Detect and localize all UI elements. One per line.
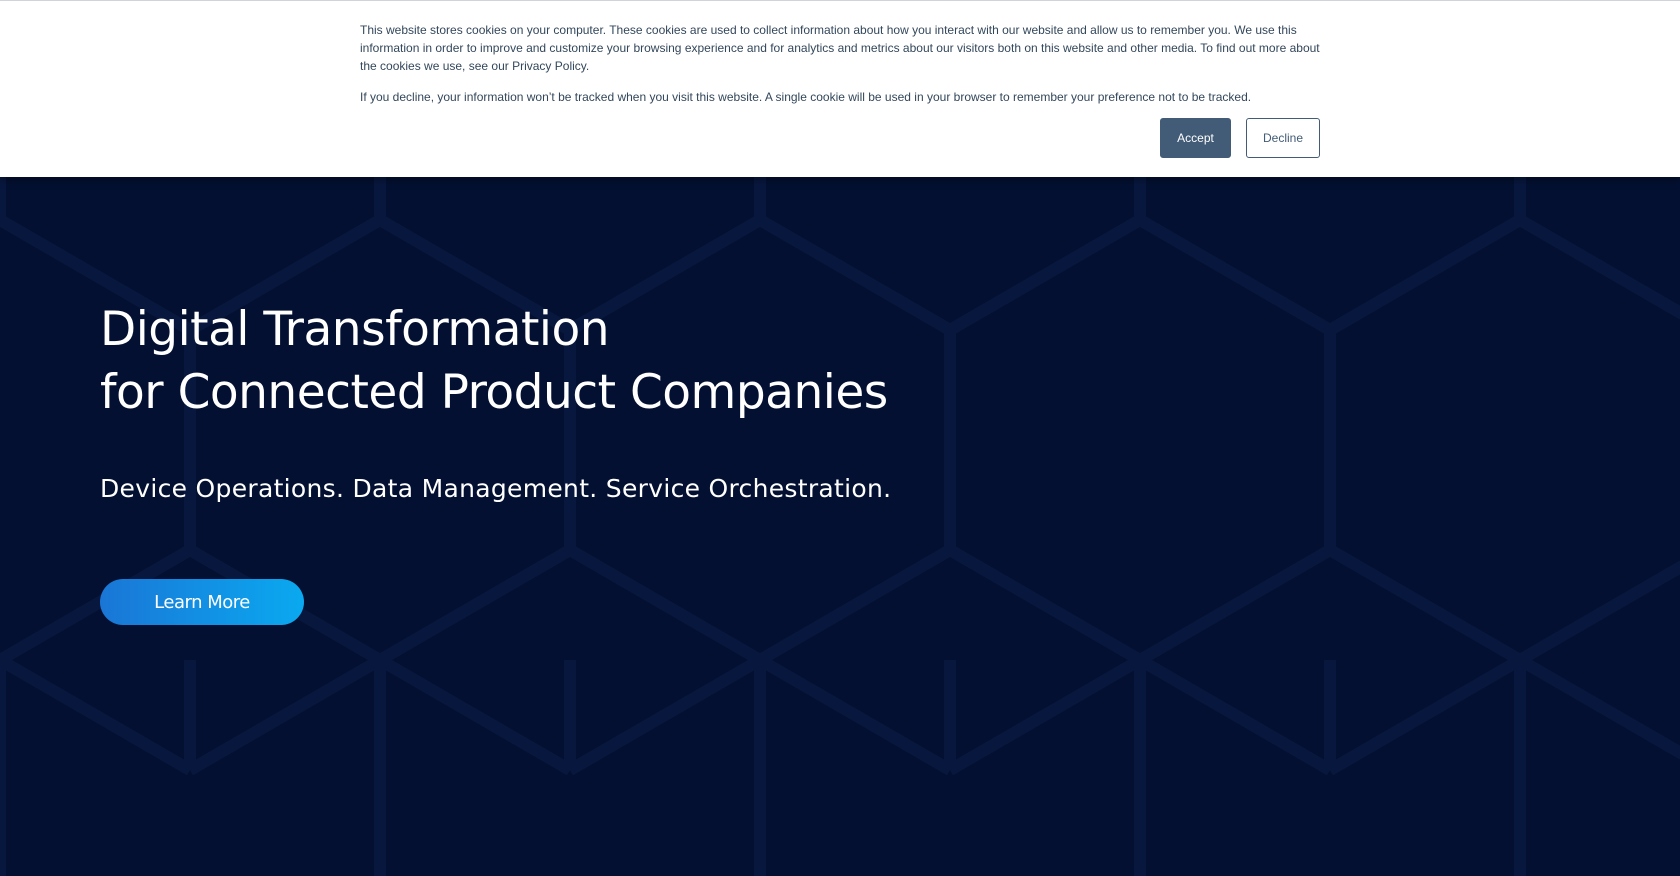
hero-section: Digital Transformation for Connected Pro… (100, 298, 888, 424)
page: This website stores cookies on your comp… (0, 0, 1680, 876)
accept-cookies-button[interactable]: Accept (1160, 118, 1231, 158)
hero-title-line-1: Digital Transformation (100, 302, 609, 357)
decline-cookies-button[interactable]: Decline (1246, 118, 1320, 158)
hero-title: Digital Transformation for Connected Pro… (100, 298, 888, 424)
hero-subtitle: Device Operations. Data Management. Serv… (100, 474, 892, 503)
cookie-notice-text: This website stores cookies on your comp… (360, 23, 1320, 73)
cookie-banner: This website stores cookies on your comp… (0, 0, 1680, 177)
hero-title-line-2: for Connected Product Companies (100, 365, 888, 420)
cookie-decline-notice-text: If you decline, your information won’t b… (360, 90, 1252, 104)
learn-more-button[interactable]: Learn More (100, 579, 304, 625)
